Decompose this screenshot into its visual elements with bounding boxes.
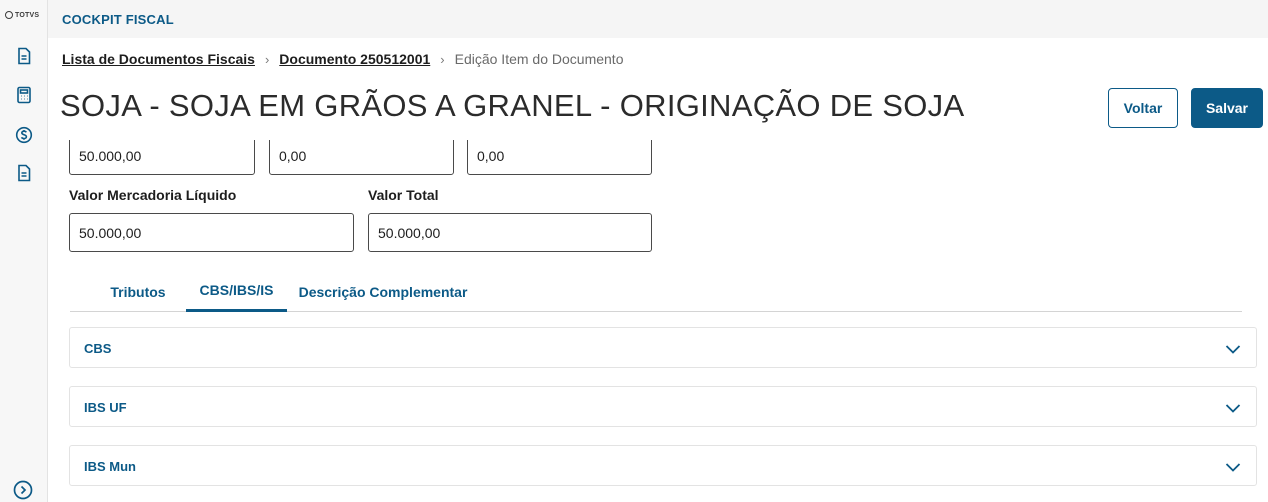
top-bar: COCKPIT FISCAL [48,0,1268,38]
totvs-logo-icon [5,11,13,19]
chevron-down-icon [1225,345,1241,354]
accordion-cbs[interactable]: CBS [69,327,1257,368]
value-field-2[interactable]: 0,00 [269,140,454,175]
tab-cbs-ibs-is[interactable]: CBS/IBS/IS [186,271,287,312]
accordion-ibs-uf[interactable]: IBS UF [69,386,1257,427]
back-button[interactable]: Voltar [1108,88,1178,128]
accordion-ibs-uf-label: IBS UF [84,400,127,415]
form-content: 50.000,00 0,00 0,00 Valor Mercadoria Líq… [48,140,1268,502]
save-button[interactable]: Salvar [1191,88,1263,128]
breadcrumb-separator: › [264,51,270,67]
totvs-logo: TOTVS [5,11,39,19]
tab-descricao-complementar[interactable]: Descrição Complementar [298,271,468,312]
document-icon[interactable] [13,45,35,67]
valor-mercadoria-liquido-input[interactable]: 50.000,00 [69,213,354,252]
sidebar: TOTVS [0,0,48,502]
breadcrumb-current: Edição Item do Documento [454,51,624,67]
tab-bar: Tributos CBS/IBS/IS Descrição Complement… [70,271,1242,312]
accordion-ibs-mun-label: IBS Mun [84,459,136,474]
breadcrumb-lista-documentos[interactable]: Lista de Documentos Fiscais [62,51,255,67]
document-list-icon[interactable] [13,162,35,184]
breadcrumb: Lista de Documentos Fiscais › Documento … [62,51,623,67]
app-title: COCKPIT FISCAL [62,12,174,27]
value-field-1[interactable]: 50.000,00 [69,140,255,175]
chevron-down-icon [1225,404,1241,413]
breadcrumb-separator: › [440,51,445,67]
chevron-down-icon [1225,463,1241,472]
dollar-icon[interactable] [13,124,35,146]
valor-total-input[interactable]: 50.000,00 [368,213,652,252]
page-title: SOJA - SOJA EM GRÃOS A GRANEL - ORIGINAÇ… [60,88,965,123]
accordion-ibs-mun[interactable]: IBS Mun [69,445,1257,486]
tab-tributos[interactable]: Tributos [90,271,186,312]
valor-mercadoria-liquido-label: Valor Mercadoria Líquido [69,187,237,203]
breadcrumb-documento[interactable]: Documento 250512001 [279,51,430,67]
logo-text: TOTVS [15,11,40,19]
accordion-cbs-label: CBS [84,341,112,356]
valor-total-label: Valor Total [368,187,439,203]
value-field-3[interactable]: 0,00 [467,140,652,175]
calculator-icon[interactable] [13,84,35,106]
chevron-right-circle-icon[interactable] [12,479,34,501]
